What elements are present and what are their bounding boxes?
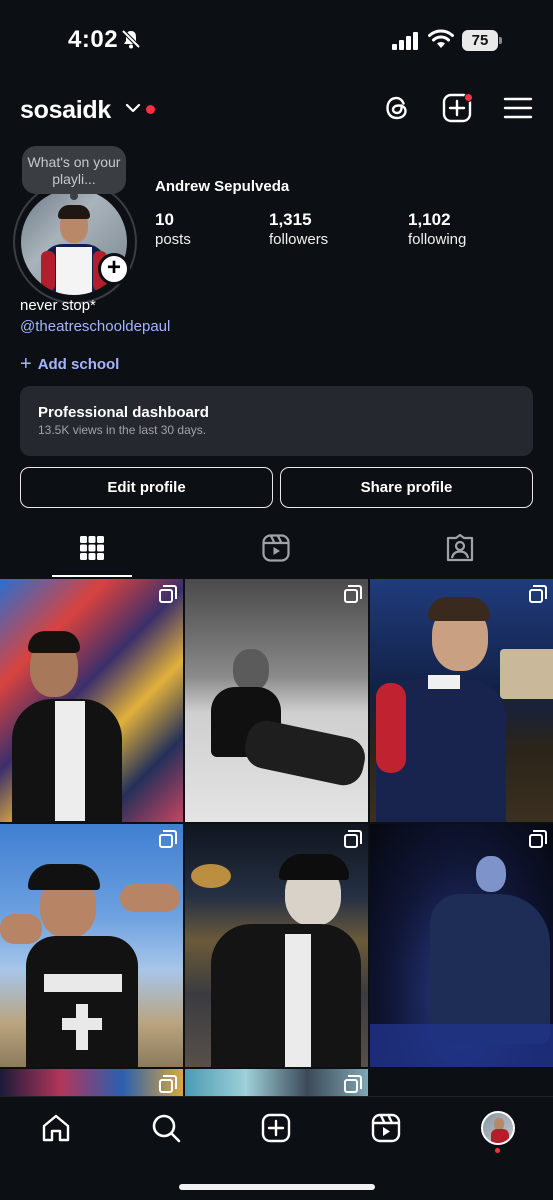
chevron-down-icon[interactable] <box>125 102 141 114</box>
grid-post[interactable] <box>370 579 553 822</box>
battery-level: 75 <box>462 30 498 51</box>
bell-muted-icon <box>121 29 141 49</box>
username-switcher[interactable]: sosaidk <box>20 96 111 125</box>
tagged-icon[interactable] <box>445 533 475 563</box>
stat-label: following <box>408 231 467 248</box>
carousel-icon <box>529 830 547 848</box>
note-bubble[interactable]: What's on your playli... <box>22 146 126 200</box>
add-school-button[interactable]: + Add school <box>20 352 119 375</box>
create-notification-dot <box>464 93 473 102</box>
stat-number: 1,315 <box>269 210 312 229</box>
grid-post[interactable] <box>370 824 553 1067</box>
grid-post[interactable] <box>0 1069 183 1096</box>
profile-avatar[interactable] <box>481 1111 515 1145</box>
carousel-icon <box>159 585 177 603</box>
status-bar: 4:02 75 <box>0 0 553 80</box>
carousel-icon <box>529 585 547 603</box>
active-tab-indicator <box>52 575 132 577</box>
reels-icon[interactable] <box>261 533 291 563</box>
dashboard-subtitle: 13.5K views in the last 30 days. <box>38 423 207 437</box>
reels-icon[interactable] <box>370 1112 402 1144</box>
cellular-signal-icon <box>392 32 418 50</box>
account-notification-dot <box>146 105 155 114</box>
bio-text: never stop* <box>20 297 96 314</box>
plus-icon: + <box>20 353 32 375</box>
home-icon[interactable] <box>40 1112 72 1144</box>
carousel-icon <box>159 1075 177 1093</box>
grid-post[interactable] <box>0 824 183 1067</box>
carousel-icon <box>344 830 362 848</box>
grid-post[interactable] <box>0 579 183 822</box>
hamburger-menu-icon[interactable] <box>502 92 534 124</box>
grid-icon[interactable] <box>77 533 107 563</box>
stat-label: posts <box>155 231 191 248</box>
status-time: 4:02 <box>68 26 119 53</box>
carousel-icon <box>159 830 177 848</box>
grid-post[interactable] <box>185 579 368 822</box>
create-icon[interactable] <box>260 1112 292 1144</box>
threads-icon[interactable] <box>381 92 413 124</box>
carousel-icon <box>344 1075 362 1093</box>
carousel-icon <box>344 585 362 603</box>
full-name: Andrew Sepulveda <box>155 178 290 195</box>
battery-icon: 75 <box>462 30 502 51</box>
share-profile-button[interactable]: Share profile <box>280 467 533 508</box>
home-indicator[interactable] <box>179 1184 375 1190</box>
grid-post[interactable] <box>185 1069 368 1096</box>
professional-dashboard[interactable]: Professional dashboard 13.5K views in th… <box>20 386 533 456</box>
followers-count[interactable]: 1,315 followers <box>269 210 328 250</box>
posts-count[interactable]: 10 posts <box>155 210 191 250</box>
stat-number: 10 <box>155 210 174 229</box>
add-story-button[interactable]: + <box>98 253 130 285</box>
edit-profile-button[interactable]: Edit profile <box>20 467 273 508</box>
bio-mention-link[interactable]: @theatreschooldepaul <box>20 318 170 335</box>
grid-post[interactable] <box>185 824 368 1067</box>
dashboard-title: Professional dashboard <box>38 404 209 421</box>
search-icon[interactable] <box>150 1112 182 1144</box>
wifi-icon <box>428 29 454 48</box>
following-count[interactable]: 1,102 following <box>408 210 466 250</box>
stat-label: followers <box>269 231 329 248</box>
add-school-label: Add school <box>37 356 120 373</box>
stat-number: 1,102 <box>408 210 451 229</box>
profile-notification-dot <box>495 1148 500 1153</box>
